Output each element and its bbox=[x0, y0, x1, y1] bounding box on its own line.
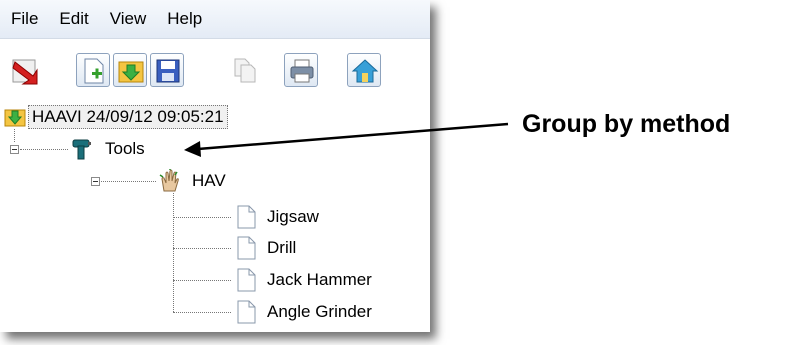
arrowhead-icon bbox=[184, 141, 201, 157]
annotation-label: Group by method bbox=[522, 110, 731, 138]
callout-arrow bbox=[184, 122, 509, 157]
